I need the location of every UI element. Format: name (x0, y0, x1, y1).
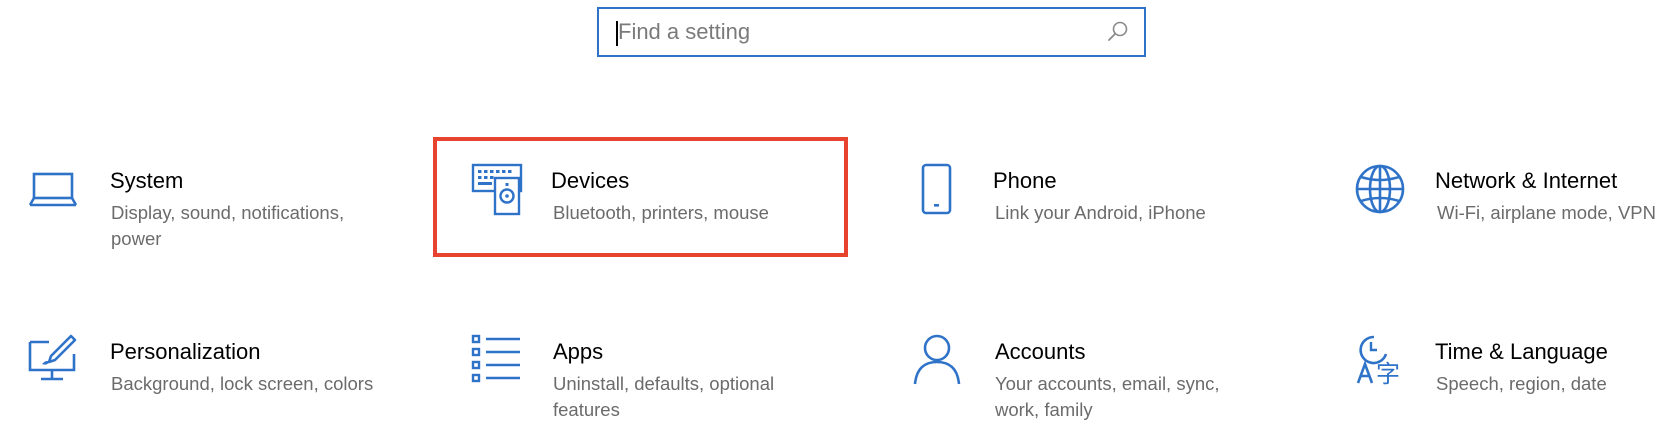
category-description: Link your Android, iPhone (995, 202, 1206, 223)
category-system[interactable]: System Display, sound, notifications, po… (27, 163, 407, 273)
person-icon (913, 334, 961, 385)
category-title: Apps (553, 339, 604, 364)
category-title: Accounts (995, 339, 1086, 364)
category-title: Phone (993, 168, 1057, 193)
category-description: Wi-Fi, airplane mode, VPN (1437, 202, 1656, 223)
search-input[interactable] (618, 9, 1098, 55)
phone-icon (921, 163, 952, 215)
highlight-box (433, 137, 848, 257)
category-title: Personalization (110, 339, 261, 364)
category-description: Background, lock screen, colors (111, 373, 374, 394)
personalization-icon (28, 334, 77, 381)
globe-icon (1355, 164, 1405, 214)
category-description: Uninstall, defaults, optional features (553, 373, 775, 420)
category-description: Speech, region, date (1436, 373, 1607, 394)
apps-list-icon (471, 334, 520, 383)
category-accounts[interactable]: Accounts Your accounts, email, sync, wor… (913, 334, 1273, 444)
category-network-internet[interactable]: Network & Internet Wi-Fi, airplane mode,… (1354, 163, 1674, 273)
category-title: Network & Internet (1435, 168, 1618, 193)
category-time-language[interactable]: 字 Time & Language Speech, region, date (1354, 334, 1674, 444)
category-personalization[interactable]: Personalization Background, lock screen,… (27, 334, 407, 444)
category-phone[interactable]: Phone Link your Android, iPhone (913, 163, 1273, 273)
svg-text:字: 字 (1376, 360, 1400, 388)
laptop-icon (28, 172, 78, 207)
category-description: Your accounts, email, sync, work, family (995, 373, 1220, 420)
category-apps[interactable]: Apps Uninstall, defaults, optional featu… (471, 334, 831, 444)
category-description: Display, sound, notifications, power (111, 202, 345, 249)
time-language-icon: 字 (1356, 335, 1400, 388)
category-title: Time & Language (1435, 339, 1608, 364)
search-box[interactable] (597, 7, 1146, 57)
search-icon[interactable] (1106, 20, 1130, 44)
category-title: System (110, 168, 184, 193)
